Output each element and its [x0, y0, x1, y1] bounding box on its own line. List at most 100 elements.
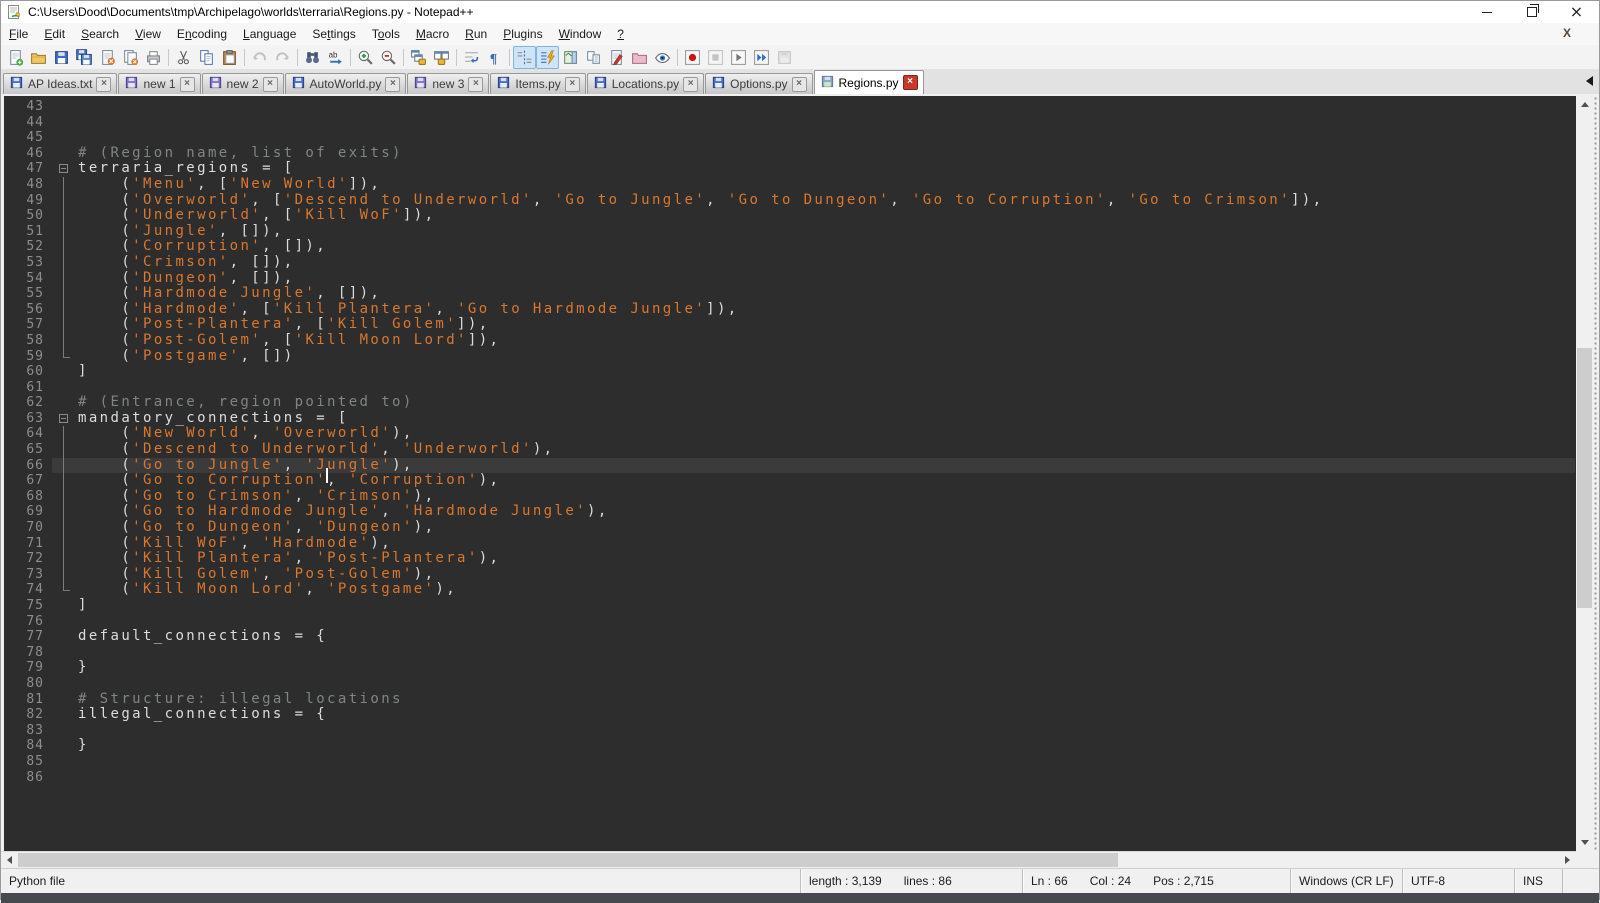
fold-collapse-icon[interactable]: [52, 411, 78, 427]
code-text[interactable]: illegal_connections = {: [78, 707, 1575, 723]
menu-language[interactable]: Language: [235, 24, 304, 44]
code-text[interactable]: [78, 645, 1575, 661]
code-text[interactable]: ]: [78, 364, 1575, 380]
tab-close-icon[interactable]: ×: [792, 77, 807, 92]
tab-autoworld-py[interactable]: AutoWorld.py×: [285, 73, 407, 94]
new-file-icon[interactable]: [4, 46, 27, 69]
code-text[interactable]: # (Entrance, region pointed to): [78, 395, 1575, 411]
tab-locations-py[interactable]: Locations.py×: [587, 73, 704, 94]
menu-encoding[interactable]: Encoding: [169, 24, 235, 44]
code-text[interactable]: [78, 723, 1575, 739]
window-resize-grip[interactable]: [1593, 96, 1599, 851]
code-text[interactable]: [78, 770, 1575, 786]
code-text[interactable]: ('Menu', ['New World']),: [78, 177, 1575, 193]
save-all-icon[interactable]: [73, 46, 96, 69]
undo-icon[interactable]: [248, 46, 271, 69]
sync-vertical-icon[interactable]: [407, 46, 430, 69]
code-text[interactable]: ('Go to Jungle', 'Jungle'),: [78, 458, 1575, 474]
replace-icon[interactable]: ab: [324, 46, 347, 69]
tab-regions-py[interactable]: Regions.py×: [814, 70, 924, 94]
code-text[interactable]: ('Kill Moon Lord', 'Postgame'),: [78, 582, 1575, 598]
macro-stop-icon[interactable]: [704, 46, 727, 69]
code-text[interactable]: ]: [78, 598, 1575, 614]
tab-new-1[interactable]: new 1×: [118, 73, 200, 94]
folder-workspace-icon[interactable]: [628, 46, 651, 69]
vertical-scroll-track[interactable]: [1576, 113, 1593, 834]
code-text[interactable]: ('Hardmode Jungle', []),: [78, 286, 1575, 302]
status-eol-format[interactable]: Windows (CR LF): [1290, 869, 1402, 893]
status-insert-mode[interactable]: INS: [1514, 869, 1562, 893]
function-list-icon[interactable]: [536, 46, 559, 69]
code-text[interactable]: [78, 130, 1575, 146]
code-text[interactable]: ('Corruption', []),: [78, 239, 1575, 255]
tab-new-3[interactable]: new 3×: [407, 73, 489, 94]
define-language-icon[interactable]: [605, 46, 628, 69]
tab-new-2[interactable]: new 2×: [202, 73, 284, 94]
save-icon[interactable]: [50, 46, 73, 69]
copy-icon[interactable]: [195, 46, 218, 69]
tab-scroll-left-icon[interactable]: [1586, 76, 1593, 86]
redo-icon[interactable]: [271, 46, 294, 69]
horizontal-scroll-track[interactable]: [18, 852, 1559, 868]
tab-close-icon[interactable]: ×: [565, 77, 580, 92]
tab-close-icon[interactable]: ×: [96, 77, 111, 92]
menu-search[interactable]: Search: [73, 24, 127, 44]
restore-icon[interactable]: [1509, 1, 1554, 23]
code-text[interactable]: ('Kill WoF', 'Hardmode'),: [78, 536, 1575, 552]
close-all-icon[interactable]: [119, 46, 142, 69]
menu-window[interactable]: Window: [551, 24, 610, 44]
menu-plugins[interactable]: Plugins: [495, 24, 550, 44]
macro-play-icon[interactable]: [727, 46, 750, 69]
code-text[interactable]: mandatory_connections = [: [78, 411, 1575, 427]
code-text[interactable]: # (Region name, list of exits): [78, 146, 1575, 162]
horizontal-scroll-thumb[interactable]: [18, 853, 1118, 867]
statusbar-resize-grip[interactable]: [1562, 869, 1599, 893]
code-text[interactable]: ('Go to Crimson', 'Crimson'),: [78, 489, 1575, 505]
code-text[interactable]: ('Go to Dungeon', 'Dungeon'),: [78, 520, 1575, 536]
cut-icon[interactable]: [172, 46, 195, 69]
code-text[interactable]: }: [78, 660, 1575, 676]
tab-close-icon[interactable]: ×: [903, 75, 918, 90]
scroll-up-icon[interactable]: [1576, 96, 1593, 113]
code-text[interactable]: ('Crimson', []),: [78, 255, 1575, 271]
code-text[interactable]: ('Dungeon', []),: [78, 271, 1575, 287]
document-list-icon[interactable]: [582, 46, 605, 69]
code-text[interactable]: [78, 115, 1575, 131]
menu-tools[interactable]: Tools: [364, 24, 408, 44]
macro-save-icon[interactable]: [773, 46, 796, 69]
tab-close-icon[interactable]: ×: [263, 77, 278, 92]
menu-file[interactable]: File: [1, 24, 36, 44]
tab-close-icon[interactable]: ×: [385, 77, 400, 92]
indent-guide-icon[interactable]: [513, 46, 536, 69]
code-text[interactable]: ('Overworld', ['Descend to Underworld', …: [78, 193, 1575, 209]
menu-edit[interactable]: Edit: [36, 24, 73, 44]
show-all-characters-icon[interactable]: ¶: [483, 46, 506, 69]
scroll-left-icon[interactable]: [1, 852, 18, 868]
scroll-right-icon[interactable]: [1559, 852, 1576, 868]
tab-close-icon[interactable]: ×: [468, 77, 483, 92]
code-text[interactable]: ('Post-Plantera', ['Kill Golem']),: [78, 317, 1575, 333]
status-encoding[interactable]: UTF-8: [1402, 869, 1514, 893]
document-map-icon[interactable]: [559, 46, 582, 69]
vertical-scroll-thumb[interactable]: [1577, 348, 1592, 608]
close-window-icon[interactable]: ×: [1554, 1, 1599, 23]
code-text[interactable]: [78, 99, 1575, 115]
scroll-down-icon[interactable]: [1576, 834, 1593, 851]
code-text[interactable]: ('Underworld', ['Kill WoF']),: [78, 208, 1575, 224]
vertical-scrollbar[interactable]: [1576, 96, 1593, 851]
code-text[interactable]: ('Hardmode', ['Kill Plantera', 'Go to Ha…: [78, 302, 1575, 318]
code-text[interactable]: ('Kill Golem', 'Post-Golem'),: [78, 567, 1575, 583]
code-area[interactable]: 43444546# (Region name, list of exits)47…: [4, 96, 1575, 851]
find-icon[interactable]: [301, 46, 324, 69]
code-text[interactable]: terraria_regions = [: [78, 161, 1575, 177]
macro-run-multiple-icon[interactable]: [750, 46, 773, 69]
print-icon[interactable]: [142, 46, 165, 69]
menu-macro[interactable]: Macro: [408, 24, 457, 44]
code-text[interactable]: [78, 614, 1575, 630]
zoom-out-icon[interactable]: [377, 46, 400, 69]
code-text[interactable]: ('Postgame', []): [78, 349, 1575, 365]
monitoring-icon[interactable]: [651, 46, 674, 69]
menu-view[interactable]: View: [127, 24, 169, 44]
code-text[interactable]: [78, 380, 1575, 396]
code-text[interactable]: ('Go to Hardmode Jungle', 'Hardmode Jung…: [78, 504, 1575, 520]
